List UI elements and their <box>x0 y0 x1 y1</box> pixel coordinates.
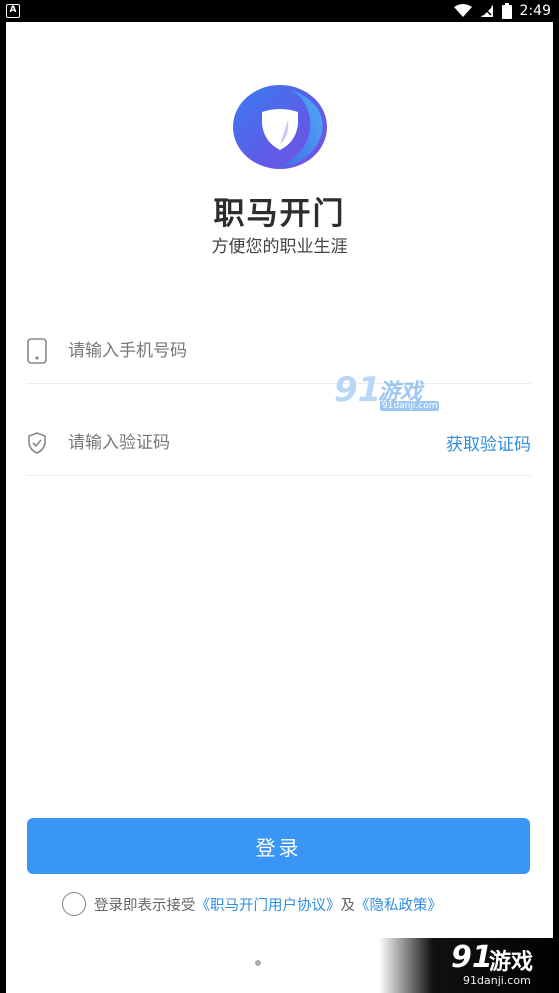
app-notification-icon: A <box>6 4 20 18</box>
user-agreement-link[interactable]: 《职马开门用户协议》 <box>196 894 341 915</box>
app-title: 职马开门 <box>213 196 346 232</box>
app-subtitle: 方便您的职业生涯 <box>211 237 348 257</box>
phone-input[interactable] <box>68 332 398 370</box>
status-icons: 2:49 <box>453 2 551 20</box>
agreement-row: 登录即表示接受 《职马开门用户协议》 及 《隐私政策》 <box>62 892 442 916</box>
corner-watermark-text: 游戏 <box>489 950 534 975</box>
phone-field <box>26 318 531 384</box>
page-indicator-dot <box>255 960 261 966</box>
login-screen: 职马开门 方便您的职业生涯 获取验证码 91 游戏 91danji.com 登录… <box>6 22 553 993</box>
phone-icon <box>27 338 47 364</box>
login-button[interactable]: 登录 <box>27 818 530 874</box>
status-time: 2:49 <box>519 3 551 19</box>
get-code-button[interactable]: 获取验证码 <box>446 430 531 455</box>
shield-logo-icon <box>233 85 327 169</box>
agreement-and: 及 <box>340 897 356 914</box>
battery-icon <box>501 3 512 19</box>
agreement-radio[interactable] <box>62 892 86 916</box>
corner-watermark: 91 游戏 91danji.com <box>379 938 559 993</box>
watermark-logo: 91 游戏 91danji.com <box>334 370 440 414</box>
status-bar: A 2:49 <box>0 0 559 22</box>
code-field: 获取验证码 <box>26 410 531 476</box>
watermark-91: 91 <box>334 370 382 410</box>
wifi-icon <box>453 4 472 17</box>
corner-watermark-91: 91 <box>451 940 493 975</box>
privacy-policy-link[interactable]: 《隐私政策》 <box>355 894 442 915</box>
code-input[interactable] <box>68 424 398 462</box>
corner-watermark-url: 91danji.com <box>463 974 531 987</box>
watermark-url: 91danji.com <box>380 401 440 411</box>
shield-check-icon <box>28 432 46 454</box>
signal-icon <box>480 5 493 17</box>
agreement-prefix: 登录即表示接受 <box>94 897 196 914</box>
